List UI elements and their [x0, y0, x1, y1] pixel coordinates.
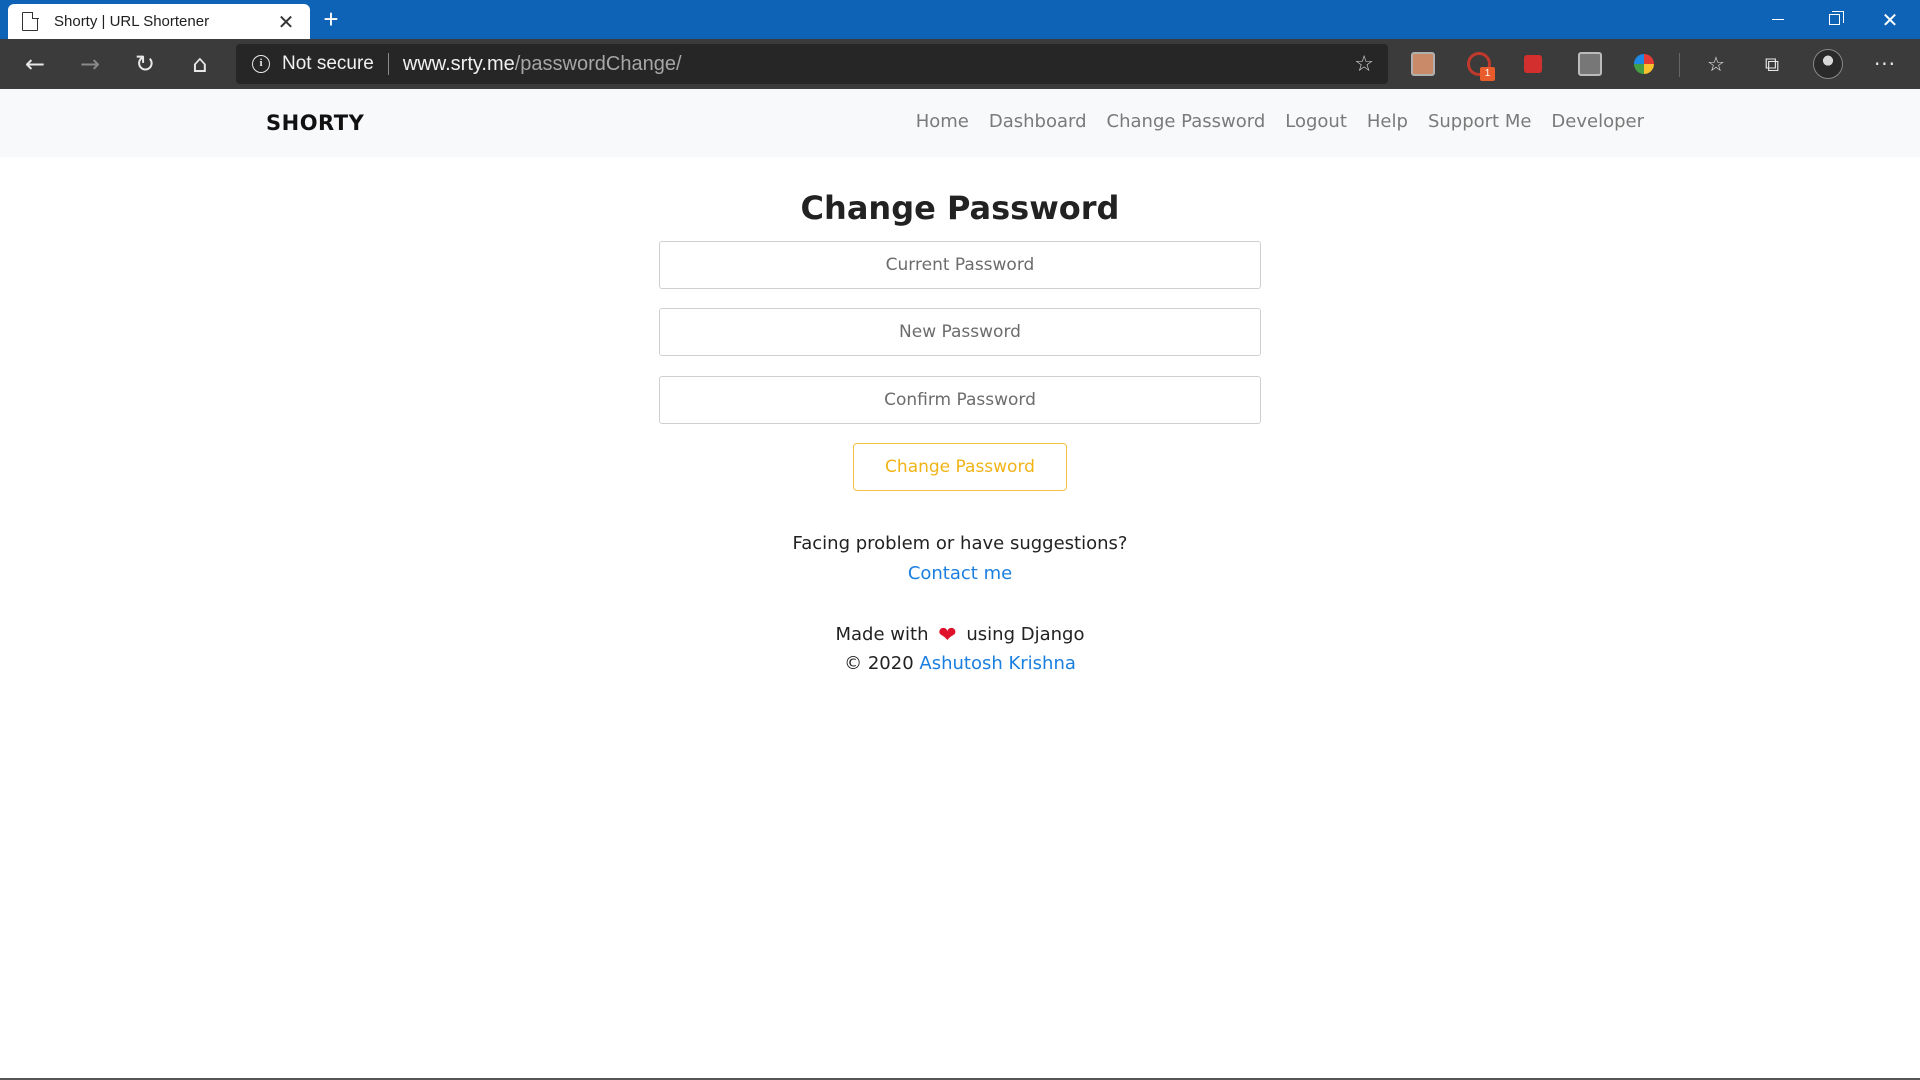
- copyright: © 2020 Ashutosh Krishna: [0, 653, 1920, 674]
- security-label[interactable]: Not secure: [282, 53, 374, 75]
- home-button[interactable]: ⌂: [182, 47, 218, 81]
- browser-titlebar: Shorty | URL Shortener ✕ + ✕: [0, 0, 1920, 39]
- new-password-input[interactable]: [659, 308, 1261, 356]
- author-link[interactable]: Ashutosh Krishna: [919, 653, 1076, 674]
- restore-icon: [1828, 11, 1844, 25]
- profile-avatar[interactable]: [1813, 49, 1843, 79]
- extension-avatar-icon[interactable]: [1411, 52, 1435, 76]
- nav-link-support-me[interactable]: Support Me: [1428, 111, 1531, 132]
- extension-shield-icon[interactable]: [1578, 52, 1602, 76]
- minimize-icon: [1772, 19, 1784, 20]
- change-password-button[interactable]: Change Password: [853, 443, 1067, 491]
- minimize-button[interactable]: [1750, 0, 1806, 39]
- current-password-input[interactable]: [659, 241, 1261, 289]
- url-host[interactable]: www.srty.me: [403, 53, 515, 76]
- forward-button[interactable]: →: [72, 47, 108, 81]
- nav-link-help[interactable]: Help: [1367, 111, 1408, 132]
- tab-close-icon[interactable]: ✕: [276, 12, 296, 32]
- tab-title: Shorty | URL Shortener: [54, 13, 210, 30]
- extension-red-icon[interactable]: [1524, 55, 1542, 73]
- problem-text: Facing problem or have suggestions?: [792, 533, 1128, 554]
- favorite-star-icon[interactable]: ☆: [1354, 52, 1374, 77]
- made-with-prefix: Made with: [835, 624, 929, 645]
- site-brand[interactable]: SHORTY: [266, 111, 364, 135]
- extension-color-icon[interactable]: [1634, 54, 1654, 74]
- close-icon: ✕: [1881, 7, 1899, 32]
- collections-icon[interactable]: ⧉: [1757, 49, 1787, 79]
- restore-button[interactable]: [1806, 0, 1862, 39]
- arrow-left-icon: ←: [24, 50, 46, 78]
- more-menu-icon[interactable]: ···: [1870, 49, 1900, 79]
- refresh-button[interactable]: ↻: [127, 47, 163, 81]
- nav-link-change-password[interactable]: Change Password: [1107, 111, 1266, 132]
- info-icon[interactable]: i: [252, 55, 270, 73]
- contact-link[interactable]: Contact me: [0, 563, 1920, 584]
- extension-badge: 1: [1480, 67, 1495, 81]
- nav-link-logout[interactable]: Logout: [1285, 111, 1347, 132]
- toolbar-divider: [1679, 53, 1680, 77]
- made-with-suffix: using Django: [966, 624, 1085, 645]
- nav-links: Home Dashboard Change Password Logout He…: [896, 111, 1644, 132]
- nav-link-home[interactable]: Home: [916, 111, 969, 132]
- close-window-button[interactable]: ✕: [1862, 0, 1918, 39]
- favorites-icon[interactable]: ☆: [1701, 49, 1731, 79]
- browser-toolbar: ← → ↻ ⌂ i Not secure www.srty.me/passwor…: [0, 39, 1920, 89]
- nav-link-developer[interactable]: Developer: [1551, 111, 1644, 132]
- site-navbar: SHORTY Home Dashboard Change Password Lo…: [0, 89, 1920, 157]
- new-tab-button[interactable]: +: [316, 4, 346, 34]
- refresh-icon: ↻: [134, 50, 156, 78]
- arrow-right-icon: →: [79, 50, 101, 78]
- heart-icon: ❤: [938, 623, 957, 648]
- nav-link-dashboard[interactable]: Dashboard: [989, 111, 1087, 132]
- address-bar[interactable]: i Not secure www.srty.me/passwordChange/…: [236, 44, 1388, 84]
- home-icon: ⌂: [192, 50, 208, 78]
- page-icon: [22, 11, 39, 31]
- back-button[interactable]: ←: [17, 47, 53, 81]
- page-title: Change Password: [800, 189, 1120, 227]
- url-path[interactable]: /passwordChange/: [515, 53, 682, 76]
- made-with-text: Made with ❤ using Django: [0, 623, 1920, 648]
- browser-tab[interactable]: Shorty | URL Shortener ✕: [8, 4, 310, 39]
- copyright-prefix: © 2020: [844, 653, 914, 674]
- confirm-password-input[interactable]: [659, 376, 1261, 424]
- address-divider: [387, 53, 389, 75]
